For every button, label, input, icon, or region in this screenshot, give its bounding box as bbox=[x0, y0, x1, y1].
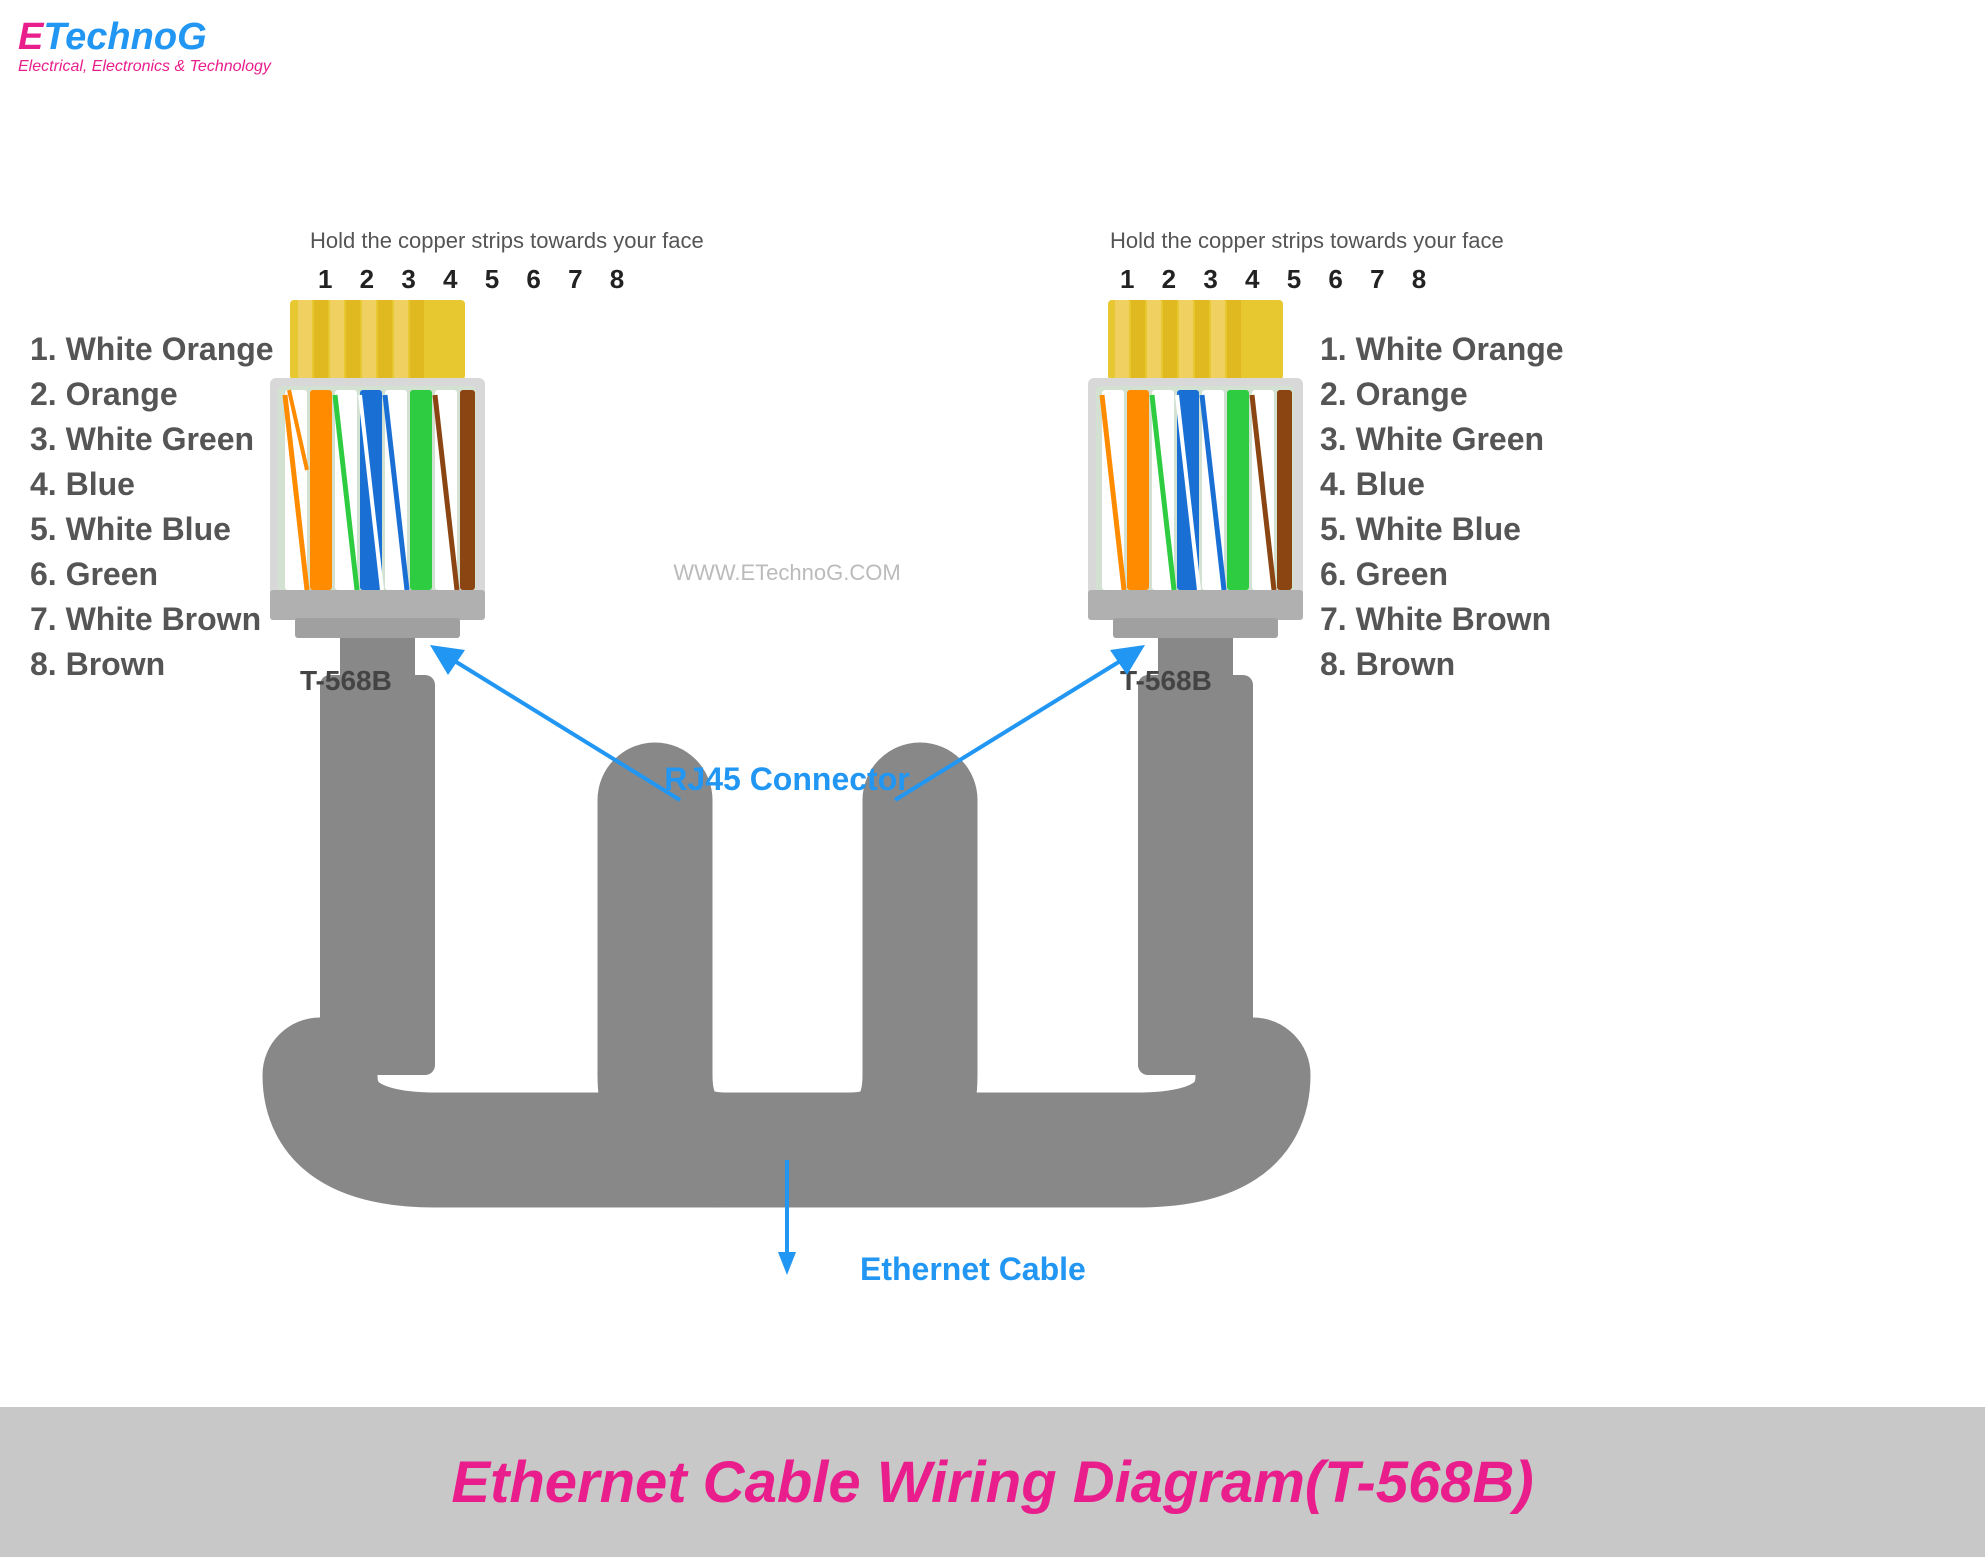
left-cable-body bbox=[320, 675, 435, 1075]
bottom-title: Ethernet Cable Wiring Diagram(T-568B) bbox=[451, 1449, 1533, 1516]
logo-technog: TechnoG bbox=[43, 16, 206, 58]
left-copper-label: Hold the copper strips towards your face bbox=[310, 228, 704, 253]
left-standard-label: T-568B bbox=[300, 665, 392, 696]
logo-text: ETechnoG bbox=[18, 18, 271, 56]
right-copper-label: Hold the copper strips towards your face bbox=[1110, 228, 1504, 253]
right-clip-top bbox=[1088, 590, 1303, 620]
right-standard-label: T-568B bbox=[1120, 665, 1212, 696]
left-arrow-line bbox=[445, 655, 680, 800]
bottom-banner: Ethernet Cable Wiring Diagram(T-568B) bbox=[0, 1407, 1985, 1557]
right-wire8 bbox=[1277, 390, 1292, 590]
left-wire8 bbox=[460, 390, 475, 590]
watermark: WWW.ETechnoG.COM bbox=[673, 560, 900, 585]
left-label-2: 2. Orange bbox=[30, 376, 178, 412]
right-label-1: 1. White Orange bbox=[1320, 331, 1564, 367]
right-label-2: 2. Orange bbox=[1320, 376, 1468, 412]
left-label-5: 5. White Blue bbox=[30, 511, 231, 547]
left-pin8 bbox=[410, 300, 424, 380]
right-pin4 bbox=[1163, 300, 1177, 380]
main-diagram: Hold the copper strips towards your face… bbox=[0, 100, 1985, 1490]
right-pin2 bbox=[1131, 300, 1145, 380]
left-label-4: 4. Blue bbox=[30, 466, 135, 502]
right-pin7 bbox=[1211, 300, 1225, 380]
right-cable-body bbox=[1138, 675, 1253, 1075]
right-label-5: 5. White Blue bbox=[1320, 511, 1521, 547]
left-pin3 bbox=[330, 300, 344, 380]
right-pin8 bbox=[1227, 300, 1241, 380]
left-pin4 bbox=[346, 300, 360, 380]
right-pin1 bbox=[1115, 300, 1129, 380]
left-pin2 bbox=[314, 300, 328, 380]
right-label-8: 8. Brown bbox=[1320, 646, 1455, 682]
left-label-6: 6. Green bbox=[30, 556, 158, 592]
right-arrow-line bbox=[895, 655, 1130, 800]
left-clip-mid bbox=[295, 618, 460, 638]
right-label-3: 3. White Green bbox=[1320, 421, 1544, 457]
left-label-8: 8. Brown bbox=[30, 646, 165, 682]
right-clip-mid bbox=[1113, 618, 1278, 638]
left-label-3: 3. White Green bbox=[30, 421, 254, 457]
ethernet-label: Ethernet Cable bbox=[860, 1251, 1086, 1287]
eth-arrow-head bbox=[778, 1252, 796, 1275]
right-pin3 bbox=[1147, 300, 1161, 380]
left-pin7 bbox=[394, 300, 408, 380]
right-label-4: 4. Blue bbox=[1320, 466, 1425, 502]
left-arrow-head bbox=[430, 645, 465, 675]
logo-area: ETechnoG Electrical, Electronics & Techn… bbox=[18, 18, 271, 76]
logo-e: E bbox=[18, 16, 43, 58]
right-pin-numbers: 1 2 3 4 5 6 7 8 bbox=[1120, 264, 1436, 294]
rj45-label: RJ45 Connector bbox=[664, 761, 909, 797]
right-wire2 bbox=[1127, 390, 1149, 590]
left-pin6 bbox=[378, 300, 392, 380]
left-wire6 bbox=[410, 390, 432, 590]
left-pin1 bbox=[298, 300, 312, 380]
left-label-1: 1. White Orange bbox=[30, 331, 274, 367]
right-pin6 bbox=[1195, 300, 1209, 380]
right-label-6: 6. Green bbox=[1320, 556, 1448, 592]
left-clip-top bbox=[270, 590, 485, 620]
left-pin5 bbox=[362, 300, 376, 380]
right-label-7: 7. White Brown bbox=[1320, 601, 1551, 637]
left-pin-numbers: 1 2 3 4 5 6 7 8 bbox=[318, 264, 634, 294]
right-pin5 bbox=[1179, 300, 1193, 380]
right-wire6 bbox=[1227, 390, 1249, 590]
left-wire2 bbox=[310, 390, 332, 590]
left-label-7: 7. White Brown bbox=[30, 601, 261, 637]
logo-subtitle: Electrical, Electronics & Technology bbox=[18, 58, 271, 76]
